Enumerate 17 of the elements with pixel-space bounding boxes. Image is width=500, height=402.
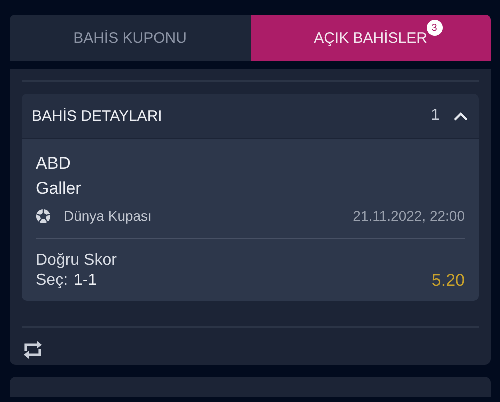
selection-value: 1-1 <box>74 272 98 290</box>
section-title: BAHİS DETAYLARI <box>32 108 162 124</box>
soccer-ball-icon <box>36 208 51 224</box>
repeat-icon[interactable] <box>22 339 44 361</box>
selection-label: Seç: <box>36 272 68 290</box>
tab[interactable]: BAHİS KUPONU <box>10 15 250 61</box>
tab[interactable]: AÇIK BAHİSLER 3 <box>250 15 491 61</box>
count-badge: 3 <box>426 20 442 36</box>
chevron-up-icon[interactable] <box>453 111 469 121</box>
event-datetime: 21.11.2022, 22:00 <box>353 208 465 224</box>
market-name: Doğru Skor <box>36 251 118 271</box>
team-name: ABD <box>36 153 72 175</box>
odds-value: 5.20 <box>432 271 465 291</box>
section-header[interactable]: BAHİS DETAYLARI 1 <box>22 94 479 138</box>
team-name: Galler <box>36 178 82 200</box>
competition-label: Dünya Kupası <box>64 208 152 224</box>
bet-count: 1 <box>431 107 440 125</box>
